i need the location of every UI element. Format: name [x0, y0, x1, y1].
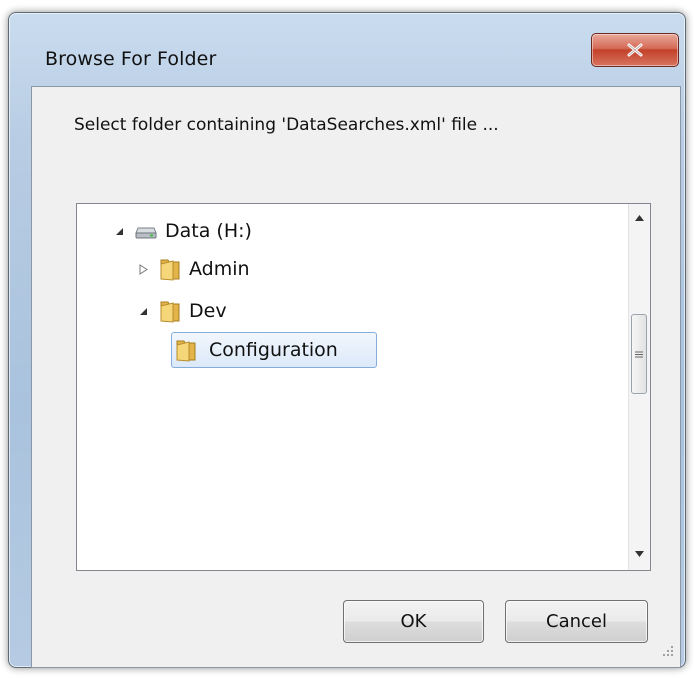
- folder-icon: [175, 338, 197, 362]
- dialog-prompt: Select folder containing 'DataSearches.x…: [74, 115, 499, 135]
- cancel-button[interactable]: Cancel: [505, 600, 648, 643]
- close-icon: [627, 43, 643, 57]
- scroll-up-icon: [634, 215, 644, 221]
- folder-icon: [159, 257, 181, 281]
- tree-item-label: Dev: [189, 300, 227, 322]
- folder-icon: [159, 299, 181, 323]
- scroll-down-icon: [634, 551, 644, 557]
- dialog-client-area: Select folder containing 'DataSearches.x…: [31, 86, 681, 668]
- tree-item-label: Data (H:): [165, 220, 252, 242]
- tree-item-dev[interactable]: Dev: [137, 296, 227, 326]
- tree-item-admin[interactable]: Admin: [137, 254, 250, 284]
- tree-item-configuration[interactable]: Configuration: [175, 335, 338, 365]
- scrollbar-thumb[interactable]: [631, 314, 647, 394]
- expanded-arrow-icon[interactable]: [137, 307, 149, 316]
- folder-tree[interactable]: Data (H:) Admin Dev Configuration: [76, 203, 651, 571]
- scroll-up-button[interactable]: [629, 208, 649, 228]
- grip-lines-icon: [635, 351, 643, 357]
- tree-item-data-drive[interactable]: Data (H:): [113, 216, 252, 246]
- ok-button[interactable]: OK: [343, 600, 484, 643]
- collapsed-arrow-icon[interactable]: [137, 263, 149, 275]
- scroll-down-button[interactable]: [629, 544, 649, 564]
- vertical-scrollbar[interactable]: [628, 204, 650, 570]
- window-title: Browse For Folder: [45, 48, 217, 70]
- tree-item-label: Configuration: [209, 339, 338, 361]
- resize-grip-icon[interactable]: [662, 642, 674, 661]
- tree-item-label: Admin: [189, 258, 250, 280]
- expanded-arrow-icon[interactable]: [113, 227, 125, 236]
- close-button[interactable]: [591, 33, 679, 67]
- dialog-window: Browse For Folder Select folder containi…: [8, 12, 686, 668]
- drive-icon: [135, 223, 157, 239]
